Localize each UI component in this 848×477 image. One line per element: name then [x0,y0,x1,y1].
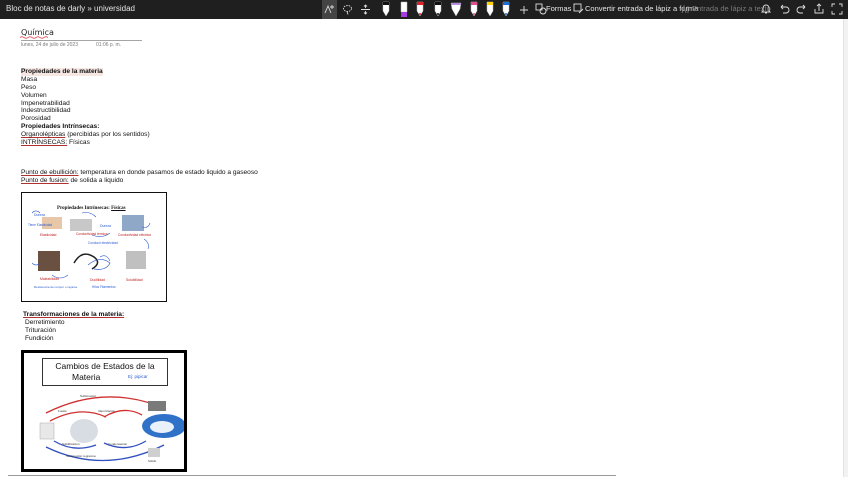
pen-icon [382,1,389,17]
intrinsic-line[interactable]: INTRÍNSECAS: Físicas [21,139,90,147]
undo-icon[interactable] [778,3,790,15]
intrinsic-description: Físicas [67,139,90,146]
image2-label: Sublimación regresiva [66,454,96,458]
image1-caption: Solubilidad [126,278,143,282]
transformations-heading[interactable]: Transformaciones de la materia: [23,311,124,319]
boiling-point-term: Punto de ebullición: [21,169,79,176]
image1-caption: Conductividad térmica [76,232,108,236]
title-divider [21,40,142,41]
highlighter-icon [400,1,407,17]
pen-blue-tool[interactable] [498,0,513,19]
state-changes-image[interactable]: Cambios de Estados de la Materia Ej: pip… [21,350,187,472]
shapes-button[interactable]: Formas [546,4,571,13]
full-screen-icon[interactable] [831,3,843,15]
intrinsic-properties-heading[interactable]: Propiedades Intrínsecas: [21,123,99,131]
organoleptic-term: Organolépticas [21,131,66,138]
pen-icon [450,2,461,17]
image1-caption: Hilos Filamentos [92,285,116,289]
boiling-point-line[interactable]: Punto de ebullición: temperatura en dond… [21,169,258,177]
image1-caption: Dureza [100,224,111,228]
image1-title-suffix: Físicas [111,206,126,211]
pen-icon [486,1,493,17]
title-ink-underline [20,36,48,39]
image1-caption: Conductividad eléctrica [118,233,151,237]
lasso-tool[interactable] [340,0,355,19]
fusion-point-term: Punto de fusion: [21,177,69,184]
lasso-select-icon [324,4,334,14]
pen-black-2-tool[interactable] [430,0,445,19]
image1-title: Propiedades Intrínsecas: Físicas [57,206,126,211]
page-bottom-divider [8,475,616,476]
highlighter-purple-tool[interactable] [396,0,411,19]
pen-icon [416,1,423,17]
title-toolbar: Bloc de notas de darly » universidad For… [0,0,848,19]
properties-heading[interactable]: Propiedades de la materia [21,68,103,76]
intrinsic-term: INTRÍNSECAS: [21,139,68,146]
app-title: Bloc de notas de darly » universidad [6,4,135,13]
page-time: 01:06 p. m. [96,42,122,48]
pen-black-tool[interactable] [378,0,393,19]
fusion-point-line[interactable]: Punto de fusion: de solida a liquido [21,177,123,185]
image2-label: Fusión [58,409,68,413]
transformations-heading-text: Transformaciones de la materia: [23,311,125,318]
image2-label: Sólido [148,459,157,463]
image2-label: Condensación [108,442,128,446]
image2-label: Sublimación [80,394,97,398]
pen-icon [502,1,509,17]
lasso-select-tool[interactable] [322,0,337,19]
pen-purple-light-tool[interactable] [448,0,463,19]
organoleptic-line[interactable]: Organolépticas (percibidas por los senti… [21,131,150,139]
image1-caption: Resistencia de romper o rayarse [34,285,78,289]
fusion-point-description: de solida a liquido [68,177,124,184]
list-item[interactable]: Trituración [25,327,56,335]
vertical-scrollbar[interactable] [843,19,848,477]
plus-icon [519,5,528,14]
add-pen-button[interactable] [516,0,531,19]
list-item[interactable]: Derretimiento [25,319,65,327]
redo-icon[interactable] [796,3,808,15]
pen-icon [434,1,441,17]
lasso-icon [343,5,352,15]
add-space-icon [361,4,370,15]
image2-label: Vaporización [98,409,116,413]
list-item[interactable]: Fundición [25,335,54,343]
image1-caption: Conducir electricidad [88,241,118,245]
list-item[interactable]: Indestructibilidad [21,107,70,115]
intrinsic-properties-image[interactable]: Propiedades Intrínsecas: Físicas Dureza … [21,192,167,302]
organoleptic-description: (percibidas por los sentidos) [65,131,150,138]
pen-pink-tool[interactable] [466,0,481,19]
bell-icon[interactable] [760,3,772,15]
share-icon[interactable] [813,3,825,15]
convert-ink-icon [573,3,584,14]
image1-caption: Dureza [34,213,45,217]
boiling-point-description: temperatura en donde pasamos de estado l… [78,169,258,176]
ink-to-text-button[interactable]: Entrada de lápiz a texto [692,4,771,13]
image2-label: Solidificación [62,442,80,446]
list-item[interactable]: Masa [21,76,37,84]
list-item[interactable]: Porosidad [21,115,51,123]
add-space-tool[interactable] [358,0,373,19]
page-date: lunes, 24 de julio de 2023 [21,42,78,48]
image1-caption: Maleabilidad [40,277,60,281]
pen-icon [470,1,477,17]
list-item[interactable]: Peso [21,84,36,92]
image1-caption: Tiene Elasticidad [28,223,53,227]
pen-yellow-tool[interactable] [482,0,497,19]
list-item[interactable]: Volumen [21,92,47,100]
ink-to-text-icon [681,4,689,14]
image1-title-main: Propiedades Intrínsecas: [57,206,110,211]
image1-caption: Elasticidad [40,233,57,237]
image1-caption: Ductilidad [90,278,105,282]
pen-red-tool[interactable] [412,0,427,19]
